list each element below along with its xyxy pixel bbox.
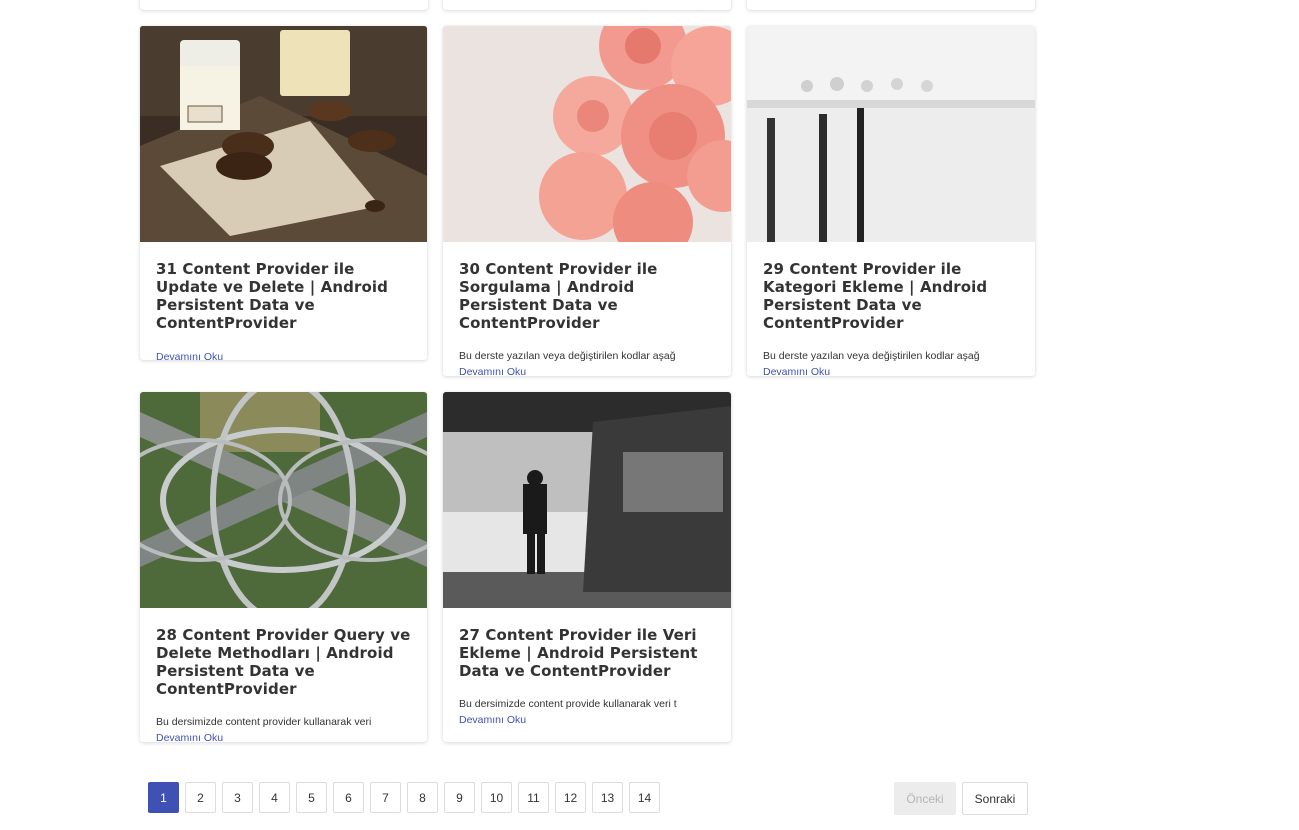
- page-button-14[interactable]: 14: [629, 782, 660, 813]
- milk-cookies-photo[interactable]: [140, 26, 427, 242]
- page-button-6[interactable]: 6: [333, 782, 364, 813]
- post-card: 31 Content Provider ile Update ve Delete…: [140, 26, 427, 360]
- read-more-link[interactable]: Devamını Oku: [156, 350, 411, 360]
- post-title[interactable]: 30 Content Provider ile Sorgulama | Andr…: [459, 260, 715, 332]
- page-button-4[interactable]: 4: [259, 782, 290, 813]
- post-card: 27 Content Provider ile Veri Ekleme | An…: [443, 392, 731, 742]
- page-button-1[interactable]: 1: [148, 782, 179, 813]
- page-button-10[interactable]: 10: [481, 782, 512, 813]
- foggy-lake-posts-photo[interactable]: [747, 26, 1035, 242]
- post-excerpt: Bu dersimizde content provider kullanara…: [156, 716, 372, 728]
- post-excerpt: Bu derste yazılan veya değiştirilen kodl…: [459, 350, 676, 362]
- post-card: 29 Content Provider ile Kategori Ekleme …: [747, 26, 1035, 376]
- page-button-12[interactable]: 12: [555, 782, 586, 813]
- post-card: 28 Content Provider Query ve Delete Meth…: [140, 392, 427, 742]
- previous-row-card: [140, 0, 428, 10]
- page-button-2[interactable]: 2: [185, 782, 216, 813]
- previous-page-button[interactable]: Önceki: [894, 782, 956, 815]
- post-excerpt: Bu derste yazılan veya değiştirilen kodl…: [763, 350, 980, 362]
- page-button-5[interactable]: 5: [296, 782, 327, 813]
- pagination: 1 2 3 4 5 6 7 8 9 10 11 12 13 14: [148, 782, 660, 813]
- next-page-button[interactable]: Sonraki: [962, 782, 1028, 815]
- highway-interchange-photo[interactable]: [140, 392, 427, 608]
- previous-row-card: [443, 0, 731, 10]
- page-button-8[interactable]: 8: [407, 782, 438, 813]
- page-button-7[interactable]: 7: [370, 782, 401, 813]
- page-button-11[interactable]: 11: [518, 782, 549, 813]
- read-more-link[interactable]: Devamını Oku: [763, 365, 1019, 376]
- post-title[interactable]: 29 Content Provider ile Kategori Ekleme …: [763, 260, 1019, 332]
- post-title[interactable]: 31 Content Provider ile Update ve Delete…: [156, 260, 411, 332]
- subway-platform-photo[interactable]: [443, 392, 731, 608]
- post-card: 30 Content Provider ile Sorgulama | Andr…: [443, 26, 731, 376]
- page-button-9[interactable]: 9: [444, 782, 475, 813]
- post-excerpt: Bu dersimizde content provide kullanarak…: [459, 698, 677, 710]
- pink-roses-photo[interactable]: [443, 26, 731, 242]
- page-button-3[interactable]: 3: [222, 782, 253, 813]
- previous-row-card: [747, 0, 1035, 10]
- read-more-link[interactable]: Devamını Oku: [459, 713, 715, 727]
- page-button-13[interactable]: 13: [592, 782, 623, 813]
- read-more-link[interactable]: Devamını Oku: [459, 365, 715, 376]
- read-more-link[interactable]: Devamını Oku: [156, 731, 411, 742]
- post-title[interactable]: 27 Content Provider ile Veri Ekleme | An…: [459, 626, 715, 680]
- post-title[interactable]: 28 Content Provider Query ve Delete Meth…: [156, 626, 411, 698]
